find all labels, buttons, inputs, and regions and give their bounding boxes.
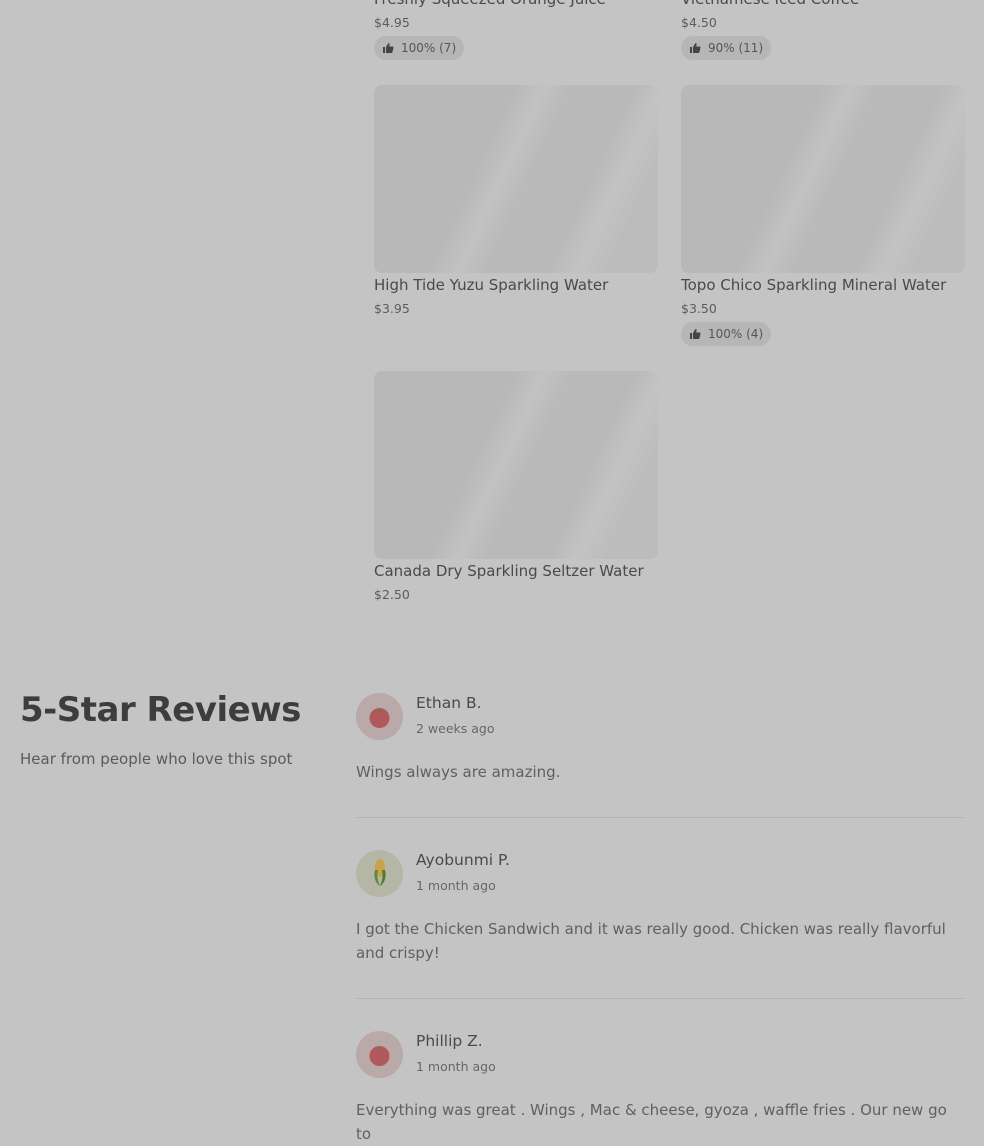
menu-item-image xyxy=(374,371,658,559)
rating-badge: 100% (7) xyxy=(374,36,465,60)
menu-item-price: $2.50 xyxy=(374,587,410,602)
review-text: Everything was great . Wings , Mac & che… xyxy=(356,1101,947,1143)
avatar xyxy=(356,850,403,897)
review-card: Ethan B. 2 weeks ago Wings always are am… xyxy=(356,693,964,793)
menu-item-image xyxy=(374,85,658,273)
tomato-icon xyxy=(369,1046,390,1066)
menu-item-name: Freshly Squeezed Orange Juice xyxy=(374,0,606,8)
menu-item-name: High Tide Yuzu Sparkling Water xyxy=(374,276,609,294)
corn-icon xyxy=(374,859,386,886)
menu-item-name: Canada Dry Sparkling Seltzer Water xyxy=(374,562,644,580)
reviews-subtitle: Hear from people who love this spot xyxy=(20,750,293,768)
reviewer-name: Ayobunmi P. xyxy=(416,851,510,869)
divider xyxy=(356,998,964,999)
menu-item-canada-dry[interactable]: Canada Dry Sparkling Seltzer Water $2.50 xyxy=(374,371,658,611)
rating-text: 90% (11) xyxy=(708,41,764,55)
rating-text: 100% (4) xyxy=(708,327,764,341)
rating-badge: 100% (4) xyxy=(681,322,772,346)
menu-item-orange-juice[interactable]: Freshly Squeezed Orange Juice $4.95 100%… xyxy=(374,0,658,62)
menu-item-name: Vietnamese Iced Coffee xyxy=(681,0,859,8)
reviewer-name: Ethan B. xyxy=(416,694,482,712)
menu-item-price: $3.50 xyxy=(681,301,717,316)
rating-badge: 90% (11) xyxy=(681,36,772,60)
review-card: Phillip Z. 1 month ago Everything was gr… xyxy=(356,1031,964,1143)
menu-item-image xyxy=(681,85,965,273)
rating-text: 100% (7) xyxy=(401,41,457,55)
menu-item-topo-chico[interactable]: Topo Chico Sparkling Mineral Water $3.50… xyxy=(681,85,965,347)
review-time: 1 month ago xyxy=(416,1059,496,1074)
review-time: 2 weeks ago xyxy=(416,721,495,736)
review-text: I got the Chicken Sandwich and it was re… xyxy=(356,920,946,962)
review-time: 1 month ago xyxy=(416,878,496,893)
avatar xyxy=(356,1031,403,1078)
thumbs-up-icon xyxy=(383,43,394,53)
reviews-title: 5-Star Reviews xyxy=(20,690,301,730)
avatar xyxy=(356,693,403,740)
menu-item-vietnamese-coffee[interactable]: Vietnamese Iced Coffee $4.50 90% (11) xyxy=(681,0,965,62)
reviewer-name: Phillip Z. xyxy=(416,1032,483,1050)
thumbs-up-icon xyxy=(690,329,701,339)
review-card: Ayobunmi P. 1 month ago I got the Chicke… xyxy=(356,850,964,980)
divider xyxy=(356,817,964,818)
menu-item-price: $4.95 xyxy=(374,15,410,30)
review-text: Wings always are amazing. xyxy=(356,763,561,781)
menu-item-name: Topo Chico Sparkling Mineral Water xyxy=(681,276,947,294)
tomato-icon xyxy=(369,708,390,728)
menu-item-price: $4.50 xyxy=(681,15,717,30)
thumbs-up-icon xyxy=(690,43,701,53)
menu-item-yuzu-water[interactable]: High Tide Yuzu Sparkling Water $3.95 xyxy=(374,85,658,325)
menu-item-price: $3.95 xyxy=(374,301,410,316)
